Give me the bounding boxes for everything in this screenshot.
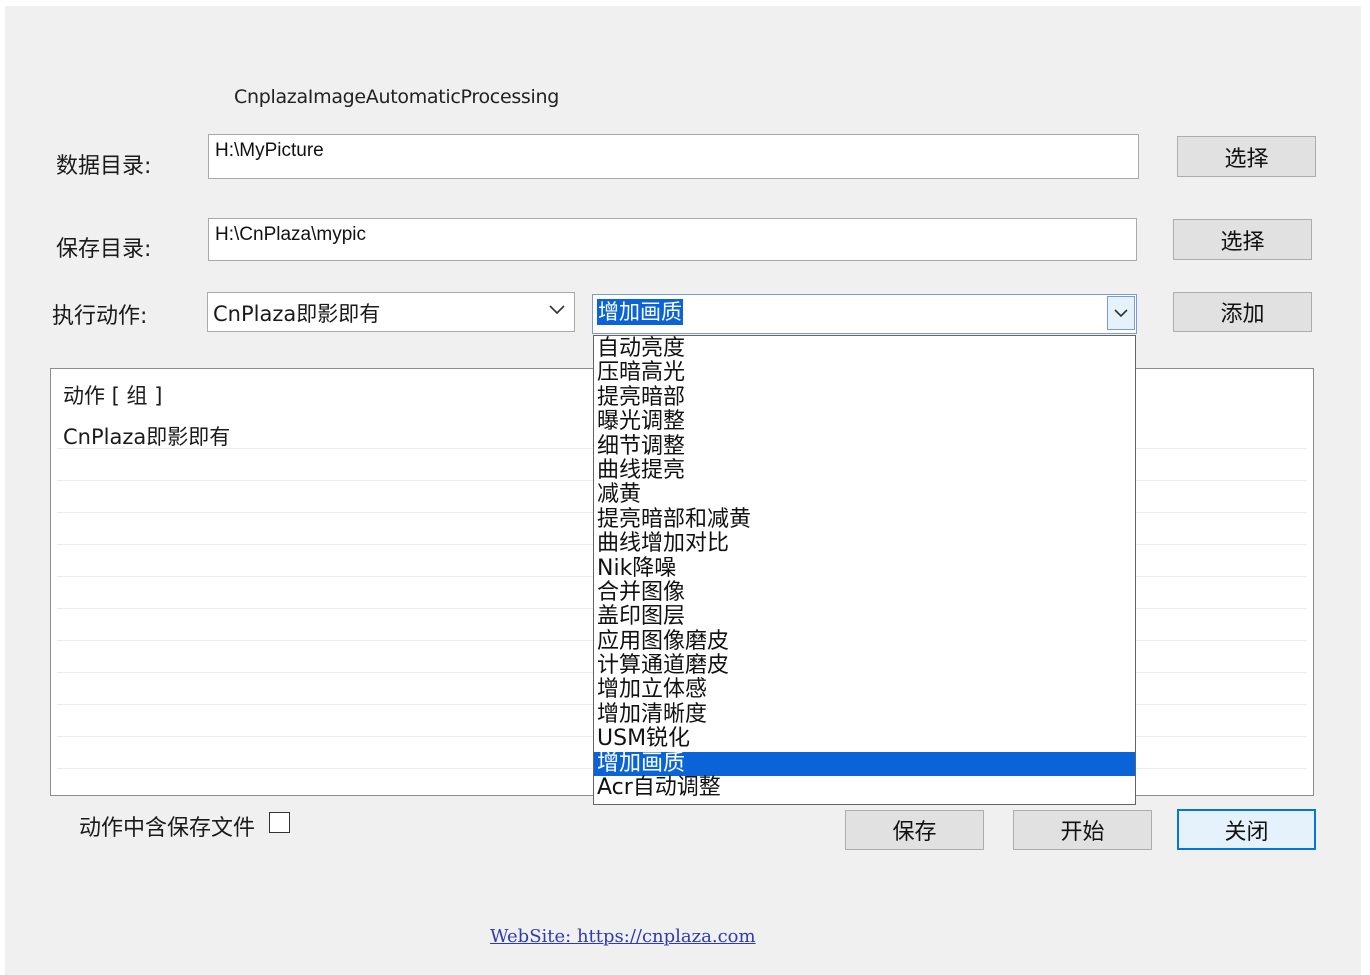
data-dir-input[interactable]: H:\MyPicture <box>208 134 1139 179</box>
dropdown-option[interactable]: 合并图像 <box>594 580 1135 605</box>
dropdown-option[interactable]: 增加立体感 <box>594 678 1135 702</box>
action-group-combo[interactable]: CnPlaza即影即有 <box>207 292 575 332</box>
dropdown-option[interactable]: Nik降噪 <box>594 556 1135 581</box>
close-button[interactable]: 关闭 <box>1177 809 1316 850</box>
save-dir-label: 保存目录: <box>56 237 152 262</box>
chevron-down-icon <box>546 299 568 321</box>
dropdown-option[interactable]: 盖印图层 <box>594 605 1135 629</box>
dropdown-option[interactable]: 压暗高光 <box>594 361 1135 385</box>
action-combo[interactable]: 增加画质 <box>592 294 1137 334</box>
add-action-button[interactable]: 添加 <box>1173 292 1312 332</box>
data-dir-browse-button[interactable]: 选择 <box>1177 136 1316 177</box>
dropdown-option[interactable]: 应用图像磨皮 <box>594 629 1135 654</box>
dropdown-option[interactable]: 提亮暗部和减黄 <box>594 507 1135 532</box>
save-dir-input[interactable]: H:\CnPlaza\mypic <box>208 218 1137 261</box>
data-dir-label: 数据目录: <box>56 154 152 179</box>
action-label: 执行动作: <box>52 304 148 329</box>
dropdown-option[interactable]: 自动亮度 <box>594 336 1135 361</box>
dropdown-option[interactable]: Acr自动调整 <box>594 775 1135 800</box>
action-dropdown-list[interactable]: 自动亮度 压暗高光 提亮暗部 曝光调整 细节调整 曲线提亮 减黄 提亮暗部和减黄 曲线增加对比 N… <box>593 335 1136 805</box>
dropdown-option[interactable]: 减黄 <box>594 483 1135 507</box>
action-combo-value: 增加画质 <box>597 299 683 325</box>
dropdown-option[interactable]: 曝光调整 <box>594 409 1135 434</box>
dropdown-option[interactable]: 提亮暗部 <box>594 385 1135 410</box>
start-button[interactable]: 开始 <box>1013 810 1152 850</box>
dropdown-option[interactable]: 曲线提亮 <box>594 458 1135 483</box>
app-title: CnplazaImageAutomaticProcessing <box>234 86 560 108</box>
save-button[interactable]: 保存 <box>845 810 984 850</box>
action-group-combo-value: CnPlaza即影即有 <box>213 302 381 326</box>
include-save-file-checkbox[interactable] <box>269 812 290 833</box>
list-item[interactable]: CnPlaza即影即有 <box>63 421 230 451</box>
dropdown-arrow-button[interactable] <box>1107 296 1135 330</box>
dropdown-option[interactable]: 细节调整 <box>594 434 1135 459</box>
include-save-file-label: 动作中含保存文件 <box>79 816 256 841</box>
chevron-down-icon <box>1114 308 1128 317</box>
website-link[interactable]: WebSite: https://cnplaza.com <box>490 926 756 947</box>
action-list-header: 动作 [ 组 ] <box>63 384 163 408</box>
save-dir-browse-button[interactable]: 选择 <box>1173 219 1312 260</box>
app-window: CnplazaImageAutomaticProcessing 数据目录: H:… <box>5 6 1361 975</box>
dropdown-option[interactable]: 增加画质 <box>594 751 1135 777</box>
dropdown-option[interactable]: 计算通道磨皮 <box>594 653 1135 678</box>
dropdown-option[interactable]: 增加清晰度 <box>594 702 1135 727</box>
dropdown-option[interactable]: 曲线增加对比 <box>594 531 1135 556</box>
dropdown-option[interactable]: USM锐化 <box>594 727 1135 751</box>
